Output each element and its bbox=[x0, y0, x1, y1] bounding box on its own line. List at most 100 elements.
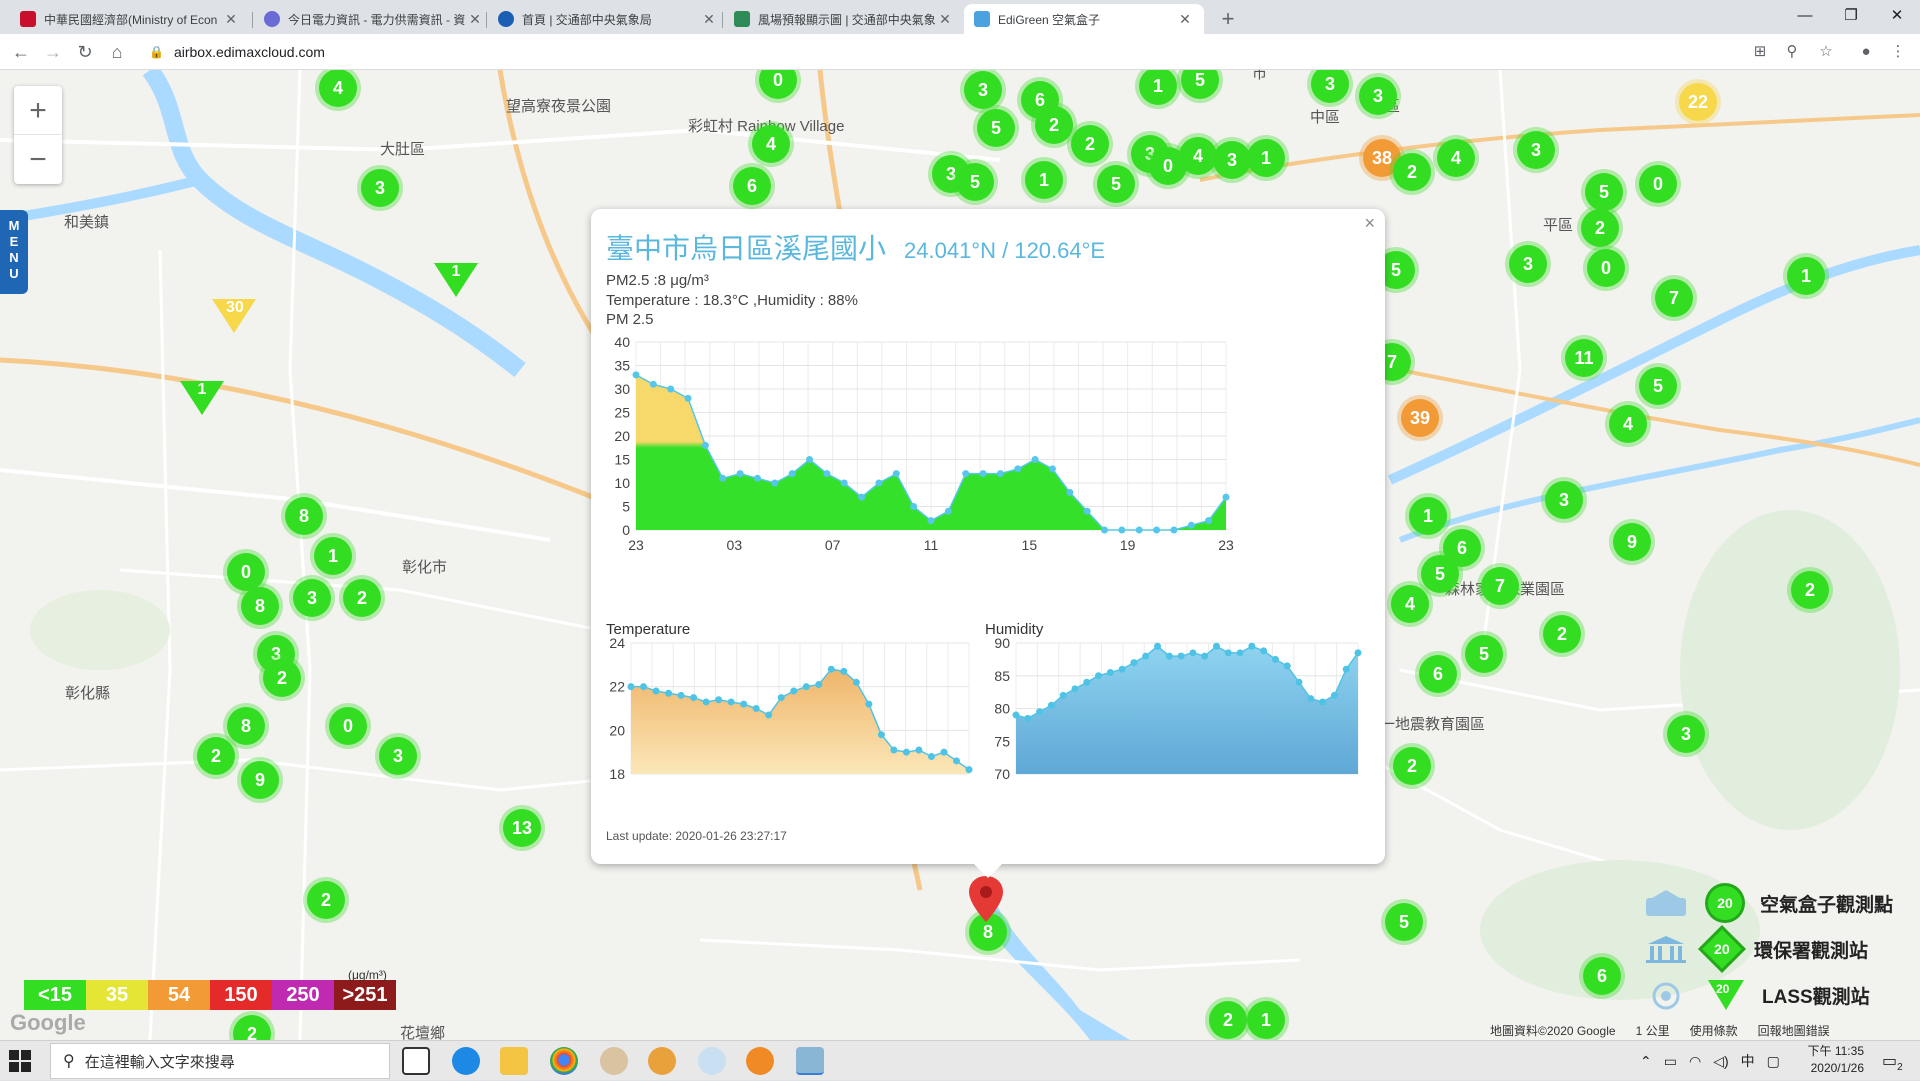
file-explorer-icon[interactable] bbox=[500, 1047, 528, 1075]
app-icon-1[interactable] bbox=[600, 1047, 628, 1075]
airbox-station-marker[interactable]: 3 bbox=[964, 71, 1002, 109]
airbox-station-marker[interactable]: 7 bbox=[1481, 567, 1519, 605]
close-tab-icon[interactable]: ✕ bbox=[466, 11, 484, 28]
airbox-station-marker[interactable]: 4 bbox=[319, 70, 357, 107]
chrome-menu-icon[interactable]: ⋮ bbox=[1886, 40, 1910, 64]
map-scale[interactable]: 1 公里 bbox=[1636, 1022, 1670, 1039]
lass-station-marker[interactable]: 1 bbox=[434, 263, 478, 297]
airbox-station-marker[interactable]: 13 bbox=[503, 809, 541, 847]
edge-browser-icon[interactable] bbox=[452, 1047, 480, 1075]
tray-expand-icon[interactable]: ⌃ bbox=[1640, 1053, 1652, 1070]
close-window-button[interactable]: ✕ bbox=[1874, 4, 1920, 30]
airbox-station-marker[interactable]: 1 bbox=[1025, 161, 1063, 199]
airbox-station-marker[interactable]: 1 bbox=[1409, 497, 1447, 535]
terms-link[interactable]: 使用條款 bbox=[1690, 1022, 1738, 1039]
airbox-station-marker[interactable]: 2 bbox=[307, 881, 345, 919]
bookmark-star-icon[interactable]: ☆ bbox=[1814, 40, 1838, 64]
chrome-browser-icon[interactable] bbox=[550, 1047, 578, 1075]
airbox-station-marker[interactable]: 6 bbox=[733, 167, 771, 205]
ime-mode-icon[interactable]: ▢ bbox=[1767, 1053, 1780, 1070]
airbox-station-marker[interactable]: 5 bbox=[1639, 367, 1677, 405]
close-icon[interactable]: × bbox=[1364, 213, 1375, 234]
zoom-icon[interactable]: ⚲ bbox=[1780, 40, 1804, 64]
airbox-station-marker[interactable]: 0 bbox=[329, 707, 367, 745]
airbox-station-marker[interactable]: 11 bbox=[1565, 339, 1603, 377]
volume-icon[interactable]: ◁) bbox=[1713, 1053, 1728, 1070]
notification-center-icon[interactable]: ▭2 bbox=[1882, 1051, 1903, 1073]
airbox-station-marker[interactable]: 22 bbox=[1679, 83, 1717, 121]
airbox-station-marker[interactable]: 8 bbox=[285, 497, 323, 535]
close-tab-icon[interactable]: ✕ bbox=[700, 11, 718, 28]
app-icon-2[interactable] bbox=[648, 1047, 676, 1075]
profile-avatar-icon[interactable]: ● bbox=[1854, 40, 1878, 64]
home-button[interactable]: ⌂ bbox=[104, 39, 130, 65]
airbox-station-marker[interactable]: 5 bbox=[1421, 555, 1459, 593]
airbox-station-marker[interactable]: 9 bbox=[241, 761, 279, 799]
airbox-station-marker[interactable]: 5 bbox=[1097, 165, 1135, 203]
ime-indicator[interactable]: 中 bbox=[1741, 1051, 1755, 1071]
tab-cwb[interactable]: 首頁 | 交通部中央氣象局 ✕ bbox=[488, 4, 728, 34]
blender-icon[interactable] bbox=[746, 1047, 774, 1075]
airbox-station-marker[interactable]: 0 bbox=[227, 553, 265, 591]
airbox-station-marker[interactable]: 2 bbox=[197, 737, 235, 775]
airbox-station-marker[interactable]: 1 bbox=[314, 537, 352, 575]
report-map-error-link[interactable]: 回報地圖錯誤 bbox=[1758, 1022, 1830, 1039]
airbox-station-marker[interactable]: 2 bbox=[1393, 153, 1431, 191]
tab-power[interactable]: 今日電力資訊 - 電力供需資訊 - 資 ✕ bbox=[254, 4, 494, 34]
airbox-station-marker[interactable]: 5 bbox=[1465, 635, 1503, 673]
app-icon-4[interactable] bbox=[796, 1047, 824, 1075]
airbox-station-marker[interactable]: 8 bbox=[227, 707, 265, 745]
app-icon-3[interactable] bbox=[698, 1047, 726, 1075]
airbox-station-marker[interactable]: 2 bbox=[1543, 615, 1581, 653]
forward-button[interactable]: → bbox=[40, 39, 66, 65]
lock-icon[interactable]: 🔒 bbox=[149, 45, 164, 59]
airbox-station-marker[interactable]: 4 bbox=[1437, 139, 1475, 177]
airbox-station-marker[interactable]: 9 bbox=[1613, 523, 1651, 561]
airbox-station-marker[interactable]: 8 bbox=[241, 587, 279, 625]
airbox-station-marker[interactable]: 4 bbox=[752, 125, 790, 163]
airbox-station-marker[interactable]: 3 bbox=[1667, 715, 1705, 753]
maximize-button[interactable]: ❐ bbox=[1828, 4, 1874, 30]
zoom-out-button[interactable]: − bbox=[14, 135, 62, 184]
reload-button[interactable]: ↻ bbox=[72, 39, 98, 65]
back-button[interactable]: ← bbox=[8, 39, 34, 65]
airbox-station-marker[interactable]: 1 bbox=[1787, 257, 1825, 295]
battery-icon[interactable]: ▭ bbox=[1664, 1053, 1677, 1070]
airbox-station-marker[interactable]: 3 bbox=[1359, 77, 1397, 115]
airbox-station-marker[interactable]: 1 bbox=[1247, 1001, 1285, 1039]
close-tab-icon[interactable]: ✕ bbox=[1176, 11, 1194, 28]
airbox-station-marker[interactable]: 7 bbox=[1655, 279, 1693, 317]
airbox-station-marker[interactable]: 0 bbox=[1587, 249, 1625, 287]
airbox-station-marker[interactable]: 6 bbox=[1583, 957, 1621, 995]
new-tab-button[interactable]: + bbox=[1215, 6, 1241, 32]
taskbar-search-box[interactable]: ⚲ 在這裡輸入文字來搜尋 bbox=[50, 1043, 390, 1079]
windows-start-icon[interactable] bbox=[8, 1049, 32, 1073]
airbox-station-marker[interactable]: 39 bbox=[1401, 399, 1439, 437]
side-menu-button[interactable]: MENU bbox=[0, 210, 28, 294]
airbox-station-marker[interactable]: 5 bbox=[1385, 903, 1423, 941]
close-tab-icon[interactable]: ✕ bbox=[222, 11, 240, 28]
airbox-station-marker[interactable]: 3 bbox=[1517, 131, 1555, 169]
tab-wind[interactable]: 風場預報顯示圖 | 交通部中央氣象 ✕ bbox=[724, 4, 964, 34]
airbox-station-marker[interactable]: 4 bbox=[1391, 585, 1429, 623]
system-clock[interactable]: 下午 11:35 2020/1/26 bbox=[1790, 1043, 1864, 1077]
address-bar[interactable]: 🔒 airbox.edimaxcloud.com bbox=[137, 39, 1787, 65]
airbox-station-marker[interactable]: 6 bbox=[1419, 655, 1457, 693]
airbox-station-marker[interactable]: 5 bbox=[977, 109, 1015, 147]
airbox-station-marker[interactable]: 2 bbox=[263, 659, 301, 697]
airbox-station-marker[interactable]: 2 bbox=[1791, 571, 1829, 609]
airbox-station-marker[interactable]: 2 bbox=[1393, 747, 1431, 785]
airbox-station-marker[interactable]: 4 bbox=[1179, 137, 1217, 175]
airbox-station-marker[interactable]: 2 bbox=[1035, 106, 1073, 144]
airbox-station-marker[interactable]: 1 bbox=[1247, 139, 1285, 177]
lass-station-marker[interactable]: 30 bbox=[212, 299, 256, 333]
translate-icon[interactable]: ⊞ bbox=[1748, 40, 1772, 64]
lass-station-marker[interactable]: 1 bbox=[180, 381, 224, 415]
airbox-station-marker[interactable]: 3 bbox=[1509, 245, 1547, 283]
tab-edigreen[interactable]: EdiGreen 空氣盒子 ✕ bbox=[964, 4, 1204, 34]
airbox-station-marker[interactable]: 3 bbox=[293, 579, 331, 617]
airbox-station-marker[interactable]: 4 bbox=[1609, 405, 1647, 443]
selected-location-pin-icon[interactable] bbox=[969, 876, 1003, 922]
airbox-station-marker[interactable]: 3 bbox=[1213, 141, 1251, 179]
task-view-icon[interactable] bbox=[402, 1047, 430, 1075]
